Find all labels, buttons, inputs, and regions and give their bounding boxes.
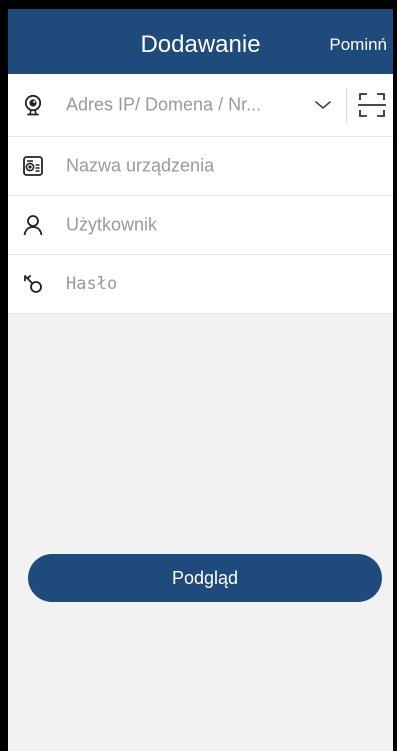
user-icon: [23, 215, 43, 236]
header-bar: Dodawanie Pominń: [8, 9, 393, 74]
password-input[interactable]: [66, 274, 316, 294]
username-input[interactable]: [66, 214, 316, 236]
skip-button[interactable]: Pominń: [329, 33, 387, 57]
device-name-row: [8, 137, 393, 196]
qr-scan-icon[interactable]: [357, 90, 387, 120]
add-device-form: [8, 74, 393, 314]
address-row: [8, 74, 393, 137]
key-icon: [24, 275, 42, 293]
preview-button[interactable]: Podgląd: [28, 554, 382, 602]
device-name-input[interactable]: [66, 155, 316, 177]
app-screen: Dodawanie Pominń Adres IP/ Domena / Nr..…: [8, 9, 393, 751]
username-row: [8, 196, 393, 255]
device-card-icon: [23, 156, 43, 176]
field-divider: [346, 88, 347, 124]
password-row: [8, 255, 393, 314]
chevron-down-icon[interactable]: [314, 99, 332, 111]
address-input[interactable]: [66, 94, 306, 116]
webcam-icon: [24, 94, 42, 116]
